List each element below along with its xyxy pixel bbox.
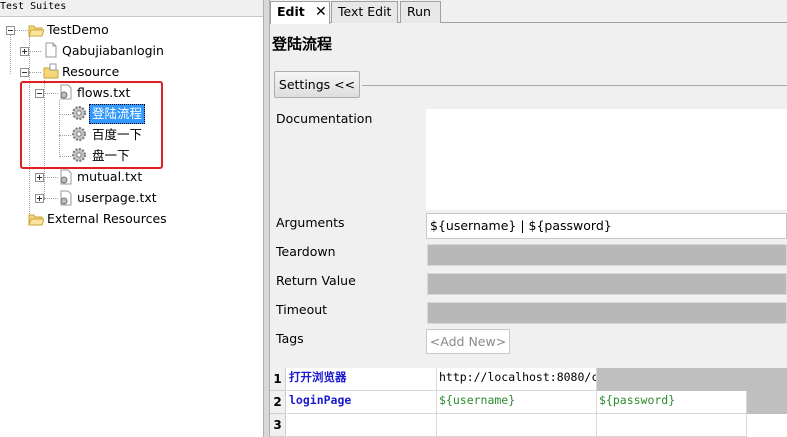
- grid-cell[interactable]: 打开浏览器: [287, 368, 437, 391]
- grid-cell[interactable]: ${username}: [437, 391, 597, 414]
- tab-edit[interactable]: Edit ✕: [270, 1, 330, 24]
- collapse-resource-icon[interactable]: [20, 68, 29, 77]
- folder-open-icon: [28, 214, 44, 226]
- tree-line: [10, 34, 11, 74]
- arguments-field[interactable]: ${username} | ${password}: [426, 213, 787, 239]
- tab-run-label: Run: [407, 4, 431, 19]
- tree-item-external-resources[interactable]: External Resources: [47, 210, 167, 228]
- documentation-label: Documentation: [276, 111, 373, 126]
- tree-item-mutual[interactable]: mutual.txt: [77, 168, 142, 186]
- settings-toggle-button[interactable]: Settings <<: [274, 71, 360, 98]
- editor-tabs: Edit ✕ Text Edit Run: [270, 0, 787, 24]
- panel-splitter[interactable]: [263, 0, 270, 437]
- tree-item-qabujiabanlogin[interactable]: Qabujiabanlogin: [62, 42, 164, 60]
- expand-userpage-icon[interactable]: [35, 194, 44, 203]
- test-suites-panel: Test Suites TestDemo Qabujiabanlogin Res…: [0, 0, 263, 437]
- documentation-field[interactable]: [426, 109, 787, 210]
- row-number[interactable]: 3: [270, 414, 286, 437]
- panel-title: Test Suites: [0, 0, 263, 17]
- return-value-label: Return Value: [276, 273, 356, 288]
- tab-text-edit-label: Text Edit: [338, 4, 392, 19]
- teardown-label: Teardown: [276, 244, 336, 259]
- row-number[interactable]: 2: [270, 391, 286, 414]
- tree-line: [14, 30, 28, 31]
- grid-cell[interactable]: loginPage: [287, 391, 437, 414]
- resource-file-icon: [60, 190, 72, 206]
- annotation-highlight-box: [20, 81, 163, 169]
- tab-edit-label: Edit: [277, 4, 305, 19]
- add-new-tag-button[interactable]: <Add New>: [426, 329, 510, 354]
- return-value-field[interactable]: [427, 273, 787, 295]
- teardown-field[interactable]: [427, 244, 787, 266]
- tree-item-resource[interactable]: Resource: [62, 63, 119, 81]
- grid-cell-empty: [597, 368, 787, 391]
- expand-qabujiabanlogin-icon[interactable]: [20, 47, 29, 56]
- editor-panel: Edit ✕ Text Edit Run 登陆流程 Settings << Do…: [270, 0, 787, 437]
- tab-run[interactable]: Run: [400, 1, 441, 23]
- grid-cell-empty: [747, 391, 787, 414]
- grid-cell[interactable]: [287, 414, 437, 437]
- tree-line: [44, 177, 58, 178]
- tree-line: [44, 198, 58, 199]
- row-number[interactable]: 1: [270, 368, 286, 391]
- collapse-testdemo-icon[interactable]: [6, 26, 15, 35]
- grid-cell[interactable]: [597, 414, 747, 437]
- tree-line: [29, 51, 41, 52]
- close-icon[interactable]: ✕: [315, 2, 327, 22]
- tags-label: Tags: [276, 331, 304, 346]
- grid-cell[interactable]: ${password}: [597, 391, 747, 414]
- file-icon: [45, 42, 57, 58]
- steps-grid: 1 2 3 打开浏览器 http://localhost:8080/c logi…: [270, 368, 787, 437]
- tree-line: [29, 72, 41, 73]
- settings-divider: [362, 85, 787, 86]
- tab-text-edit[interactable]: Text Edit: [331, 1, 398, 23]
- tree-item-userpage[interactable]: userpage.txt: [77, 189, 157, 207]
- tree-item-testdemo[interactable]: TestDemo: [47, 21, 109, 39]
- grid-cell[interactable]: [437, 414, 597, 437]
- folder-open-icon: [28, 25, 44, 37]
- timeout-field[interactable]: [427, 302, 787, 324]
- arguments-label: Arguments: [276, 215, 345, 230]
- page-title: 登陆流程: [272, 35, 333, 53]
- timeout-label: Timeout: [276, 302, 328, 317]
- resource-folder-icon: [43, 63, 59, 79]
- grid-cell[interactable]: http://localhost:8080/c: [437, 368, 597, 391]
- expand-mutual-icon[interactable]: [35, 173, 44, 182]
- resource-file-icon: [60, 169, 72, 185]
